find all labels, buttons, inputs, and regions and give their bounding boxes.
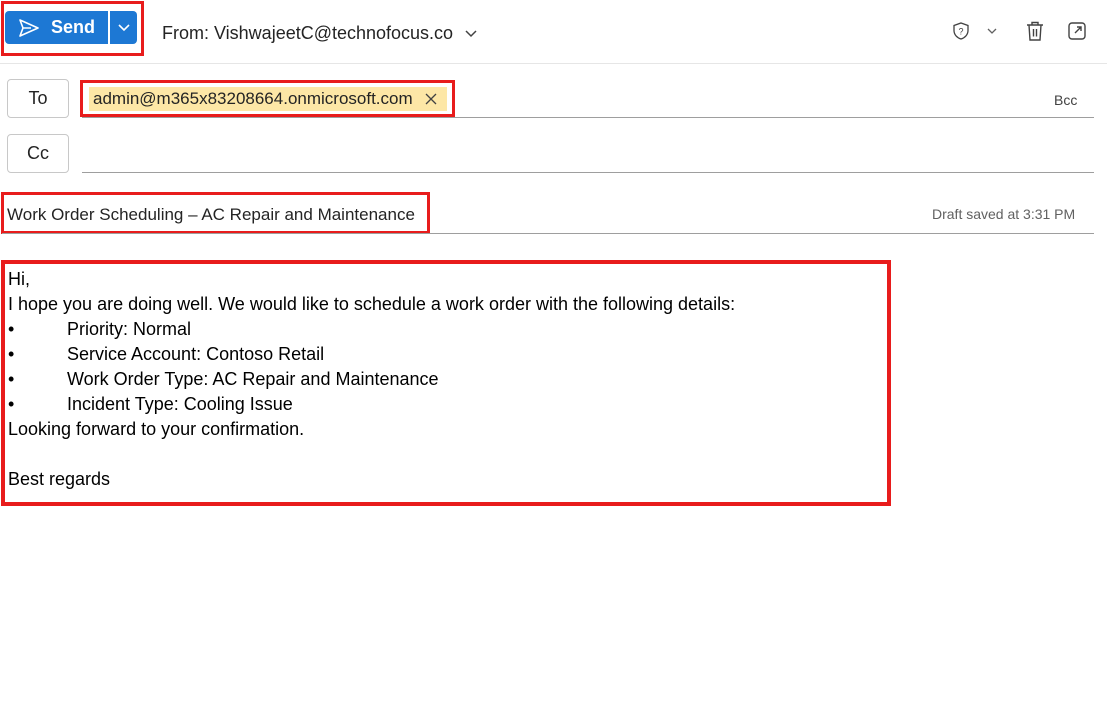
list-item: • Priority: Normal (8, 317, 735, 342)
pop-out-icon (1068, 22, 1086, 40)
svg-text:?: ? (958, 27, 963, 37)
bullet-icon: • (8, 369, 15, 389)
to-field[interactable] (82, 117, 1094, 118)
message-body[interactable]: Hi, I hope you are doing well. We would … (8, 267, 735, 492)
intro-line: I hope you are doing well. We would like… (8, 294, 736, 314)
send-button[interactable]: Send (5, 11, 108, 44)
closing-line: Looking forward to your confirmation. (8, 419, 305, 439)
bullet-icon: • (8, 319, 15, 339)
recipient-chip-label: admin@m365x83208664.onmicrosoft.com (93, 89, 413, 108)
subject-input[interactable] (7, 205, 427, 225)
pop-out-button[interactable] (1067, 21, 1087, 41)
send-options-button[interactable] (110, 11, 137, 44)
chevron-down-icon (117, 23, 130, 31)
recipient-chip[interactable]: admin@m365x83208664.onmicrosoft.com (89, 87, 447, 111)
list-item: • Work Order Type: AC Repair and Maintena… (8, 367, 735, 392)
list-item: • Incident Type: Cooling Issue (8, 392, 735, 417)
discard-button[interactable] (1025, 20, 1045, 42)
close-icon (425, 93, 437, 105)
send-icon (19, 18, 39, 37)
signoff-line: Best regards (8, 469, 111, 489)
bullet-icon: • (8, 344, 15, 364)
from-label: From: VishwajeetC@technofocus.co (162, 23, 454, 43)
cc-field[interactable] (82, 172, 1094, 173)
draft-status: Draft saved at 3:31 PM (932, 206, 1076, 222)
greeting-line: Hi, (8, 269, 30, 289)
list-item-text: Work Order Type: AC Repair and Maintenan… (67, 369, 439, 389)
remove-recipient-button[interactable] (425, 93, 437, 105)
subject-underline (2, 233, 1094, 234)
chevron-down-icon (465, 29, 477, 37)
compose-toolbar: Send From: VishwajeetC@technofocus.co ? (0, 0, 1107, 64)
to-chip-highlight-box: admin@m365x83208664.onmicrosoft.com (80, 80, 455, 117)
from-selector[interactable]: From: VishwajeetC@technofocus.co (162, 23, 477, 44)
send-label: Send (51, 17, 96, 37)
cc-button[interactable]: Cc (7, 134, 69, 173)
bcc-button[interactable]: Bcc (1054, 92, 1077, 108)
list-item: • Service Account: Contoso Retail (8, 342, 735, 367)
list-item-text: Service Account: Contoso Retail (67, 344, 325, 364)
trash-icon (1027, 21, 1043, 41)
list-item-text: Incident Type: Cooling Issue (67, 394, 293, 414)
bullet-icon: • (8, 394, 15, 414)
to-button[interactable]: To (7, 79, 69, 118)
chevron-down-icon (987, 28, 997, 34)
toolbar-actions: ? (931, 20, 1087, 42)
shield-question-icon: ? (953, 22, 969, 40)
sensitivity-button[interactable]: ? (953, 22, 997, 40)
list-item-text: Priority: Normal (67, 319, 192, 339)
